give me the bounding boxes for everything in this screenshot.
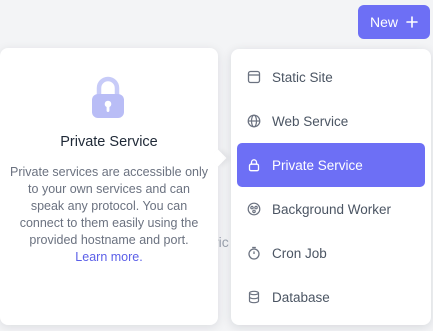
lock-icon <box>89 76 127 120</box>
card-description-text: Private services are accessible only to … <box>10 165 208 248</box>
menu-item-background-worker[interactable]: Background Worker <box>237 187 425 231</box>
lock-icon <box>247 158 261 172</box>
menu-item-private-service[interactable]: Private Service <box>237 143 425 187</box>
info-card-pointer <box>209 149 227 167</box>
new-service-menu: Static Site Web Service Private Service <box>231 49 431 325</box>
globe-icon <box>247 114 261 128</box>
learn-more-link[interactable]: Learn more. <box>10 249 208 266</box>
plus-icon <box>406 16 418 28</box>
new-button-label: New <box>369 14 398 30</box>
menu-item-label: Web Service <box>272 113 349 129</box>
new-button[interactable]: New <box>358 5 430 39</box>
menu-item-label: Cron Job <box>272 245 327 261</box>
menu-item-label: Private Service <box>272 157 363 173</box>
menu-item-web-service[interactable]: Web Service <box>237 99 425 143</box>
menu-item-static-site[interactable]: Static Site <box>237 55 425 99</box>
card-description: Private services are accessible only to … <box>10 164 208 267</box>
stopwatch-icon <box>247 246 261 260</box>
gears-icon <box>247 202 261 216</box>
service-info-card: Private Service Private services are acc… <box>0 48 227 325</box>
static-site-icon <box>247 70 261 84</box>
card-title: Private Service <box>60 134 158 150</box>
menu-item-database[interactable]: Database <box>237 275 425 319</box>
menu-item-cron-job[interactable]: Cron Job <box>237 231 425 275</box>
database-icon <box>247 290 261 304</box>
menu-item-label: Static Site <box>272 69 333 85</box>
menu-item-label: Database <box>272 289 330 305</box>
menu-item-label: Background Worker <box>272 201 392 217</box>
